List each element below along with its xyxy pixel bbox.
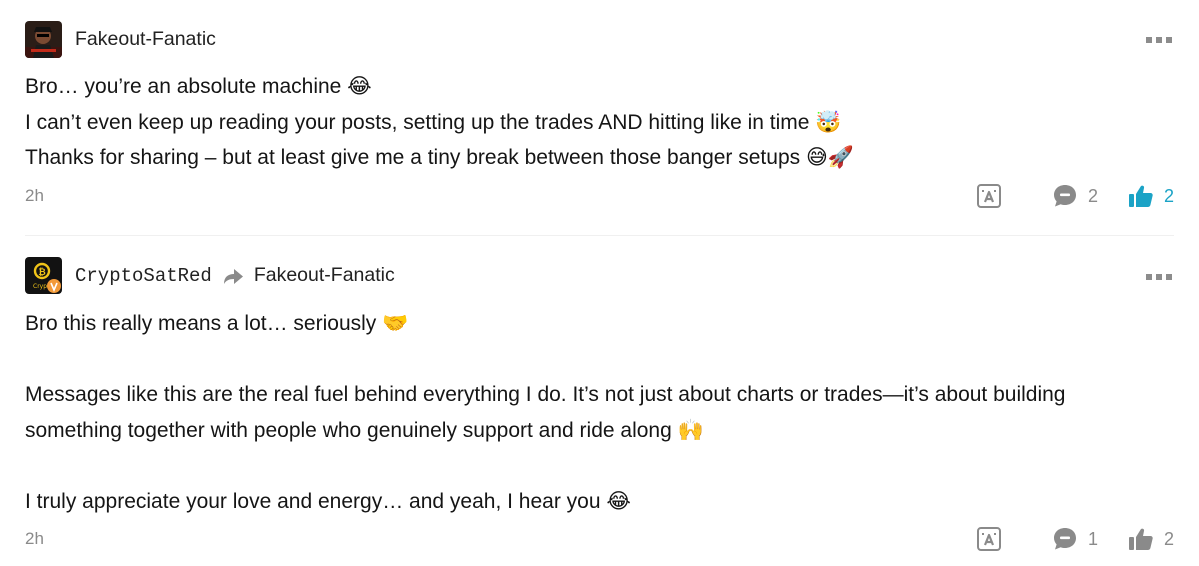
reply-button[interactable]: 2 [1052, 183, 1098, 209]
translate-button[interactable] [976, 183, 1002, 209]
divider [25, 235, 1174, 236]
reply-count: 2 [1087, 185, 1098, 206]
like-button[interactable]: 2 [1128, 184, 1174, 208]
reply-count: 1 [1087, 528, 1098, 549]
timestamp: 2h [25, 529, 44, 548]
comment-bubble-icon [1053, 185, 1076, 207]
more-dots-icon[interactable] [1146, 36, 1172, 44]
comment-line: I can’t even keep up reading your posts,… [25, 110, 842, 134]
like-count: 2 [1163, 528, 1174, 549]
author-name[interactable]: CryptoSatRed [75, 265, 212, 287]
comment-actions: 2 2 [976, 181, 1174, 211]
svg-text:Cryp: Cryp [33, 283, 47, 290]
author-row: Fakeout-Fanatic [75, 21, 216, 58]
reply-arrow-icon [222, 267, 244, 285]
comment-line: I truly appreciate your love and energy…… [25, 489, 631, 513]
comment-line: Thanks for sharing – but at least give m… [25, 146, 854, 169]
comment-line: Bro… you’re an absolute machine 😂 [25, 75, 372, 98]
svg-text:₿: ₿ [38, 267, 45, 278]
author-name[interactable]: Fakeout-Fanatic [75, 28, 216, 51]
timestamp: 2h [25, 186, 44, 205]
comment-line [25, 448, 1175, 484]
avatar[interactable]: ₿ Cryp [25, 257, 62, 294]
comment-item: ₿ Cryp CryptoSatRed Fakeout-Fanatic Bro … [0, 240, 1199, 566]
author-row: CryptoSatRed Fakeout-Fanatic [75, 257, 395, 294]
reply-to-name[interactable]: Fakeout-Fanatic [254, 264, 395, 287]
comment-line: Messages like this are the real fuel beh… [25, 383, 1066, 406]
avatar[interactable] [25, 21, 62, 58]
translate-icon [976, 184, 1001, 208]
translate-icon [976, 527, 1001, 551]
thumbs-up-icon [1128, 528, 1153, 550]
like-button[interactable]: 2 [1128, 527, 1174, 551]
like-count: 2 [1163, 185, 1174, 206]
more-dots-icon[interactable] [1146, 273, 1172, 281]
translate-button[interactable] [976, 526, 1002, 552]
comment-line: something together with people who genui… [25, 418, 704, 442]
comment-body: Bro… you’re an absolute machine 😂 I can’… [25, 69, 1175, 176]
comment-line [25, 342, 1175, 378]
reply-button[interactable]: 1 [1052, 526, 1098, 552]
comment-item: Fakeout-Fanatic Bro… you’re an absolute … [0, 0, 1199, 236]
comment-bubble-icon [1053, 528, 1076, 550]
comment-actions: 1 2 [976, 524, 1174, 554]
comment-line: Bro this really means a lot… seriously 🤝 [25, 312, 409, 335]
comment-body: Bro this really means a lot… seriously 🤝… [25, 306, 1175, 519]
thumbs-up-icon [1128, 185, 1153, 207]
